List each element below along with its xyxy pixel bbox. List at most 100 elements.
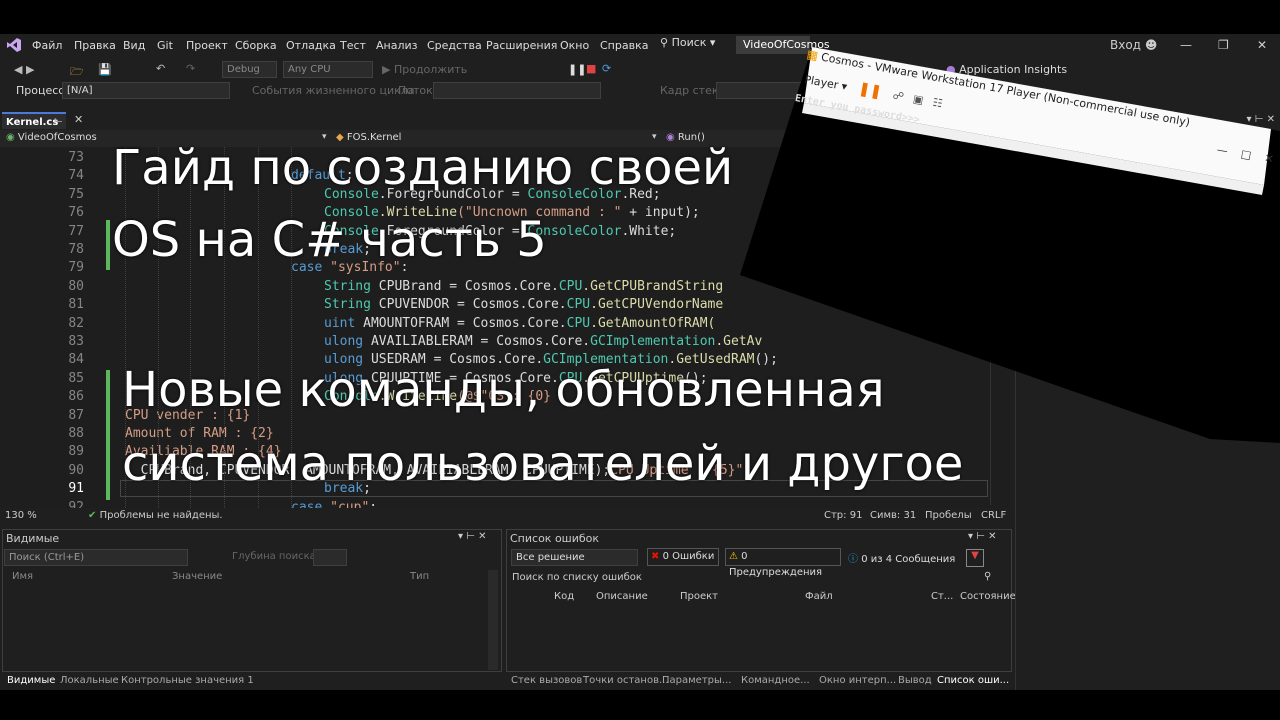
line-number: 86 (68, 389, 84, 405)
error-search-input[interactable]: Поиск по списку ошибок (512, 572, 642, 583)
chevron-down-icon: ▾ (840, 79, 849, 94)
bottom-tab[interactable]: Окно интерп... (819, 675, 896, 686)
tab-close-icon[interactable]: ✕ (74, 113, 83, 126)
bottom-tab[interactable]: Точки останов... (583, 675, 669, 686)
menu-item-7[interactable]: Тест (340, 39, 366, 52)
bottom-tab[interactable]: Видимые (7, 675, 55, 686)
warnings-filter-button[interactable]: ⚠ 0 Предупреждения (725, 548, 841, 578)
tab-kernel-cs[interactable]: Kernel.cs ⊢ (2, 112, 66, 129)
messages-filter-button[interactable]: ⓘ 0 из 4 Сообщения (848, 550, 955, 565)
restart-icon[interactable]: ⟳ (602, 62, 611, 75)
spaces-indicator[interactable]: Пробелы (925, 510, 972, 521)
document-tabs (0, 110, 780, 130)
bottom-tab[interactable]: Вывод (898, 675, 932, 686)
continue-button[interactable]: ▶ Продолжить (382, 63, 467, 76)
line-number: 79 (68, 260, 84, 276)
nav-project-combo[interactable]: ◉ VideoOfCosmos (6, 132, 97, 143)
line-number: 88 (68, 426, 84, 441)
search-depth-combo[interactable] (313, 549, 347, 566)
play-icon: ▶ (382, 63, 391, 76)
menu-item-6[interactable]: Отладка (286, 39, 336, 52)
panel-menu-icon[interactable]: ▾ ⊢ ✕ (458, 531, 486, 542)
configuration-combo[interactable]: Debug (222, 61, 277, 78)
pause-icon[interactable]: ❚❚ (568, 63, 586, 76)
code-line: case "cup": (291, 500, 377, 508)
bottom-tab[interactable]: Стек вызовов (511, 675, 582, 686)
search-icon: ⚲ (660, 36, 669, 49)
redo-icon[interactable]: ↷ (186, 62, 195, 75)
code-line: uint AMOUNTOFRAM = Cosmos.Core.CPU.GetAm… (324, 316, 715, 331)
maximize-icon[interactable]: □ (1240, 147, 1253, 162)
errors-filter-button[interactable]: ✖ 0 Ошибки (647, 548, 719, 566)
lifecycle-events-label: События жизненного цикла (252, 84, 415, 97)
code-token: .GetCPUBrandString (582, 278, 724, 294)
unity-icon[interactable]: ☷ (932, 96, 944, 111)
letterbox-bottom (0, 690, 1280, 720)
vmware-player-window[interactable]: ▦ Cosmos - VMware Workstation 17 Player … (740, 45, 1280, 445)
menu-item-9[interactable]: Средства (427, 39, 482, 52)
menu-item-3[interactable]: Git (157, 39, 173, 52)
filter-icon[interactable]: ▼ (966, 549, 984, 567)
line-number: 87 (68, 407, 84, 423)
video-title-line2: OS на C# часть 5 (112, 212, 547, 268)
minimize-icon[interactable]: — (1216, 143, 1229, 158)
menu-item-12[interactable]: Справка (600, 39, 648, 52)
line-number: 81 (68, 297, 84, 313)
eol-indicator[interactable]: CRLF (981, 510, 1006, 521)
watch-search-input[interactable]: Поиск (Ctrl+E) (4, 549, 188, 566)
watch-column-header[interactable]: Имя (12, 571, 33, 582)
back-icon[interactable]: ◀ ▶ (14, 63, 34, 76)
menu-item-4[interactable]: Проект (186, 39, 228, 52)
menu-item-1[interactable]: Правка (74, 39, 116, 52)
bottom-tab[interactable]: Локальные (60, 675, 119, 686)
vmware-logo-icon: ▦ (805, 47, 820, 63)
stop-icon[interactable]: ■ (586, 62, 596, 75)
code-line: String CPUBrand = Cosmos.Core.CPU.GetCPU… (324, 279, 723, 294)
code-line: ulong AVAILIABLERAM = Cosmos.Core.GCImpl… (324, 334, 762, 349)
fullscreen-icon[interactable]: ▣ (912, 92, 925, 107)
line-indicator[interactable]: Стр: 91 (824, 510, 862, 521)
menu-item-8[interactable]: Анализ (376, 39, 418, 52)
column-indicator[interactable]: Симв: 31 (870, 510, 916, 521)
change-marker (106, 220, 110, 270)
code-token: case (291, 499, 323, 508)
search-menu[interactable]: ⚲ Поиск ▾ (660, 36, 715, 49)
tab-label: Kernel.cs (6, 117, 59, 128)
send-ctrl-alt-del-icon[interactable]: ☍ (892, 89, 905, 104)
menu-item-10[interactable]: Расширения (486, 39, 557, 52)
error-column-header[interactable]: Код (554, 591, 574, 602)
panel-menu-icon[interactable]: ▾ ⊢ ✕ (968, 531, 996, 542)
menu-item-5[interactable]: Сборка (235, 39, 277, 52)
process-combo[interactable]: [N/A] (62, 82, 230, 99)
error-column-header[interactable]: Состояние (960, 591, 1016, 602)
menu-item-11[interactable]: Окно (560, 39, 589, 52)
problems-indicator[interactable]: ✔ Проблемы не найдены. (88, 510, 223, 521)
save-icon[interactable]: 💾 (98, 63, 112, 76)
error-column-header[interactable]: Файл (805, 591, 833, 602)
error-column-header[interactable]: Проект (680, 591, 718, 602)
zoom-combo[interactable]: 130 % (5, 510, 37, 521)
watch-column-header[interactable]: Тип (410, 571, 429, 582)
search-depth-label: Глубина поиска: (232, 551, 320, 562)
platform-combo[interactable]: Any CPU (283, 61, 373, 78)
scope-combo[interactable]: Все решение (511, 549, 638, 566)
pin-icon[interactable]: ⊢ (54, 114, 63, 131)
menu-item-2[interactable]: Вид (123, 39, 145, 52)
menu-item-0[interactable]: Файл (32, 39, 62, 52)
error-column-header[interactable]: Описание (596, 591, 648, 602)
watch-scrollbar[interactable] (488, 570, 498, 670)
search-icon[interactable]: ⚲ (984, 571, 991, 582)
bottom-tab[interactable]: Контрольные значения 1 (121, 675, 254, 686)
thread-combo[interactable] (433, 82, 601, 99)
undo-icon[interactable]: ↶ (156, 62, 165, 75)
bottom-tab[interactable]: Параметры... (662, 675, 731, 686)
line-number: 90 (68, 462, 84, 478)
line-number: 80 (68, 278, 84, 294)
bottom-tab[interactable]: Командное... (741, 675, 810, 686)
line-number: 91 (68, 481, 84, 497)
letterbox-top (0, 0, 1280, 34)
bottom-tab[interactable]: Список оши... (937, 675, 1009, 686)
watch-column-header[interactable]: Значение (172, 571, 222, 582)
error-column-header[interactable]: Ст... (931, 591, 953, 602)
code-token: "cup" (322, 499, 370, 508)
